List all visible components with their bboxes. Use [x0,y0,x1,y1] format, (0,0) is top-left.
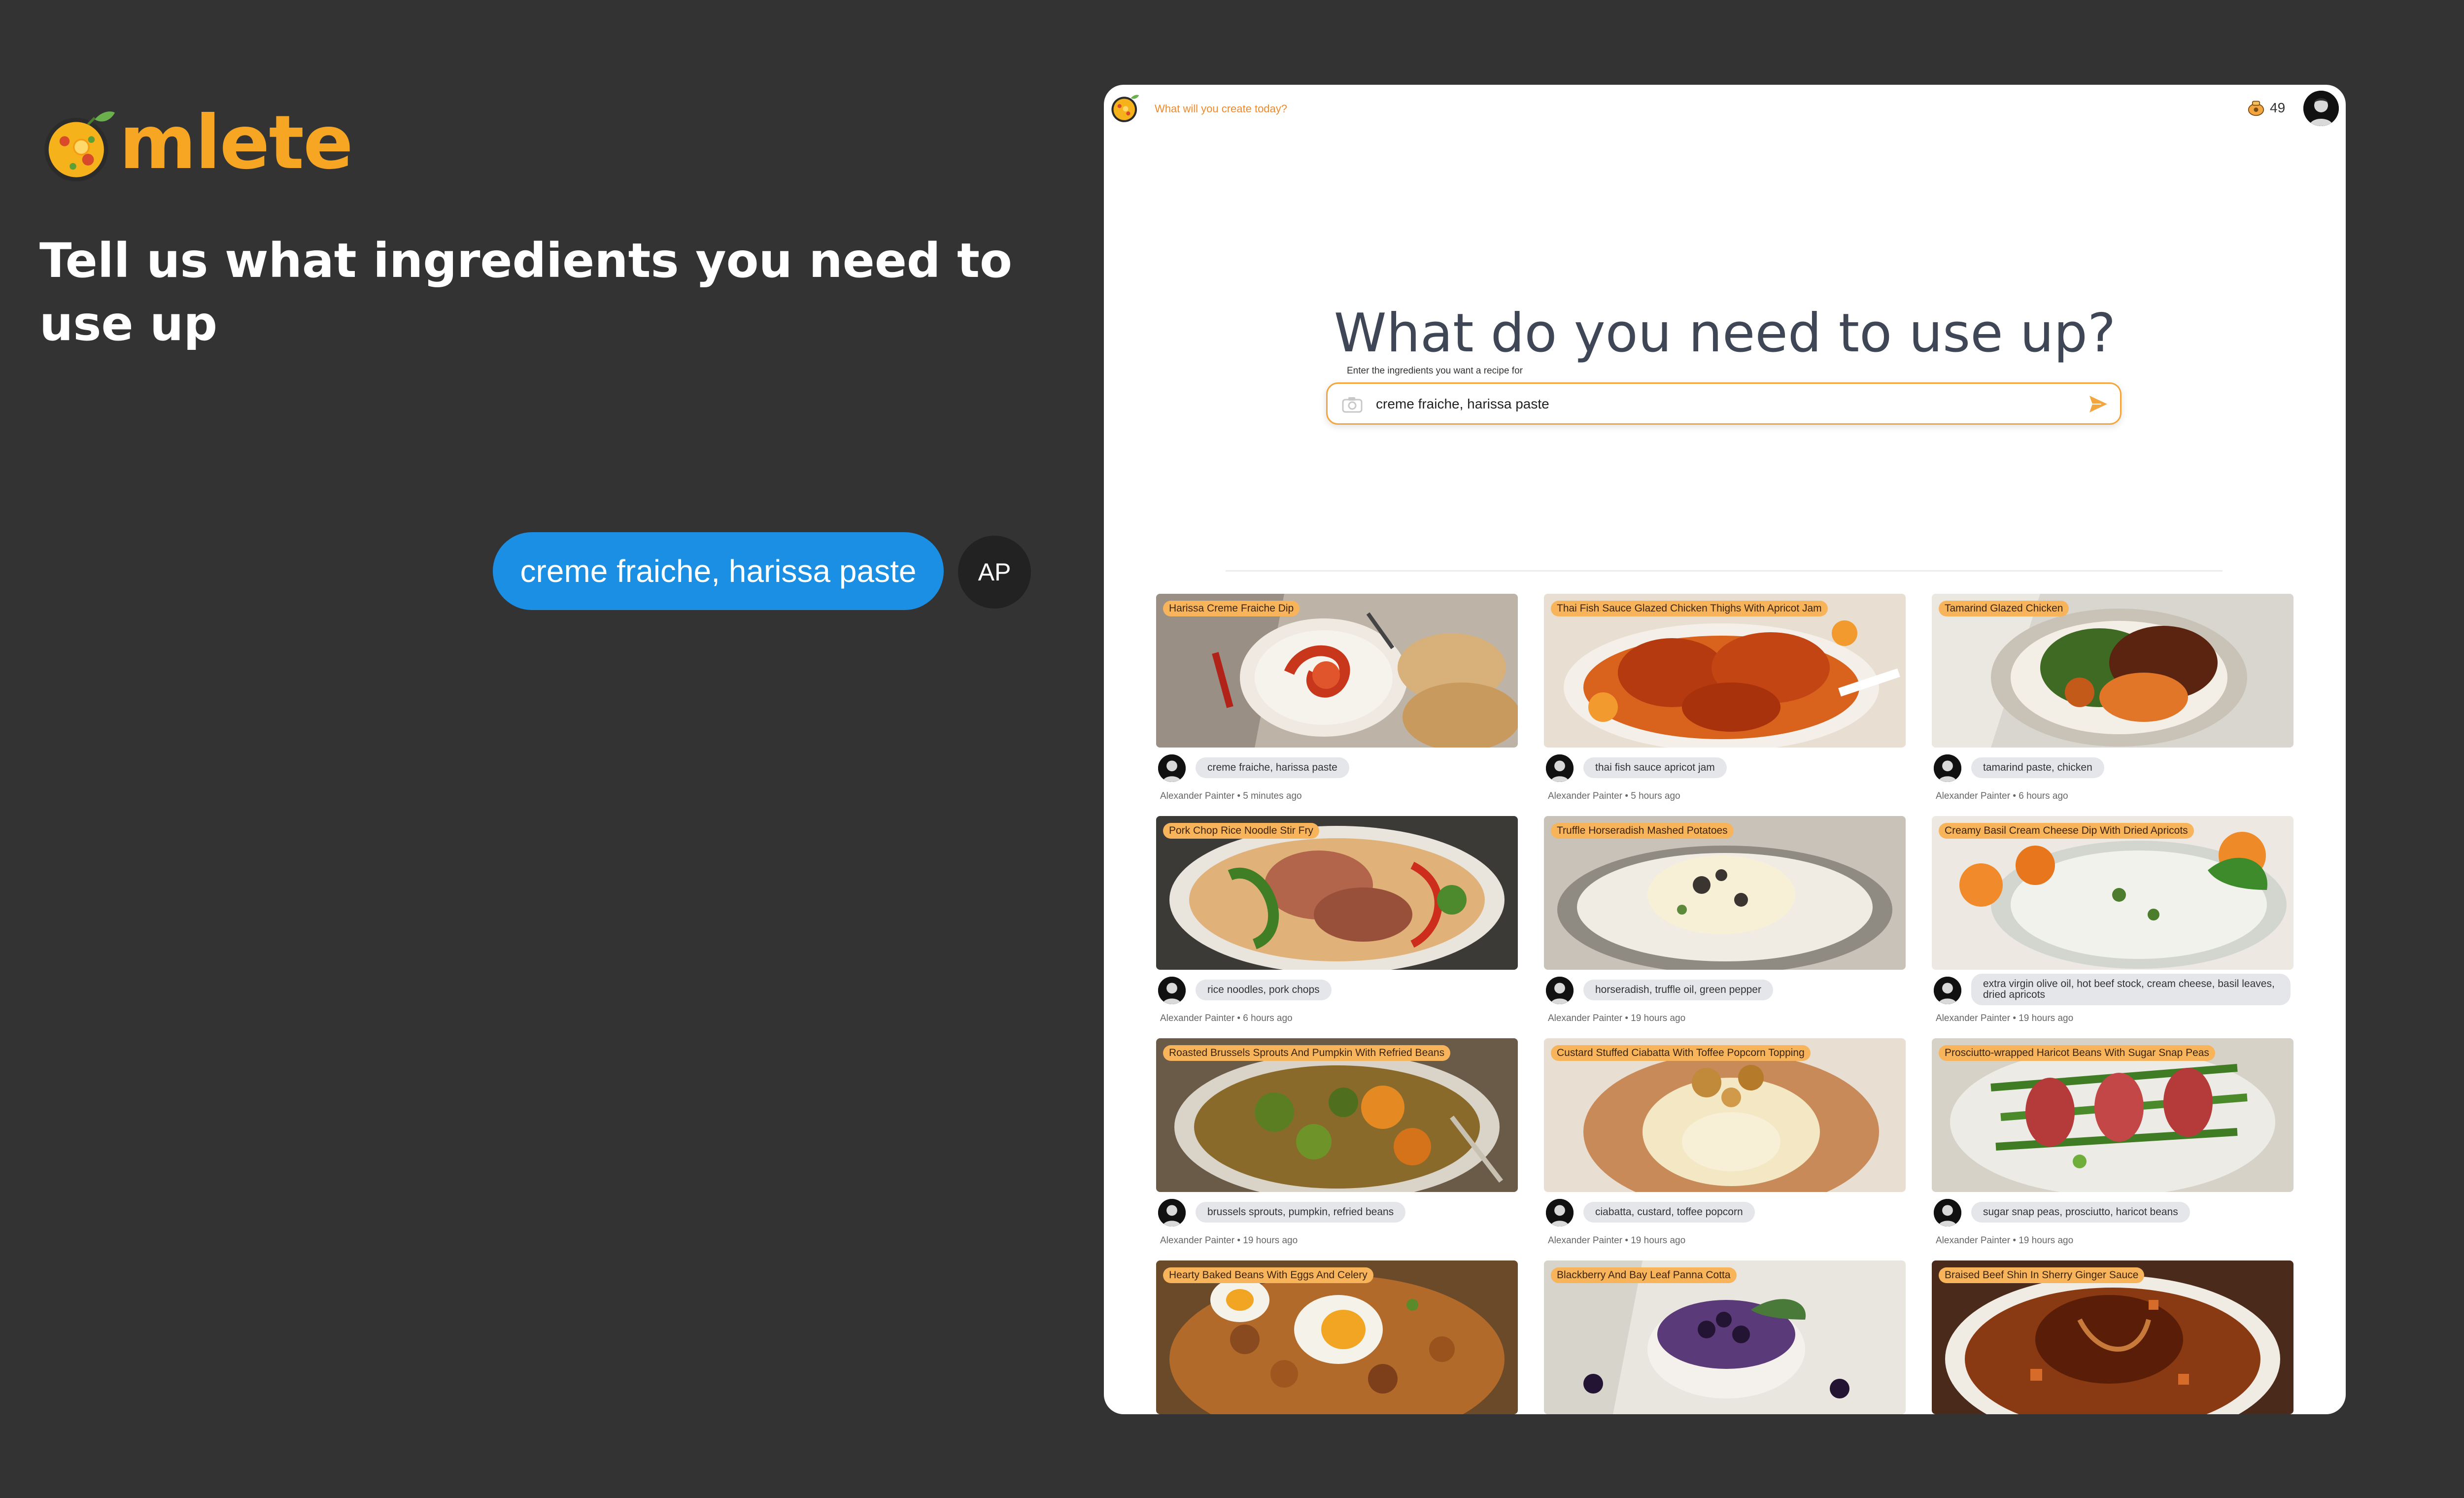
recipe-title-badge: Truffle Horseradish Mashed Potatoes [1551,823,1734,839]
recipe-byline: Alexander Painter • 6 hours ago [1936,791,2068,801]
ingredients-chip: thai fish sauce apricot jam [1583,757,1727,778]
chat-user-avatar: AP [958,536,1031,609]
author-avatar[interactable] [1934,1199,1961,1226]
author-avatar[interactable] [1934,754,1961,782]
recipe-title-badge: Creamy Basil Cream Cheese Dip With Dried… [1939,823,2194,839]
recipe-byline: Alexander Painter • 5 minutes ago [1160,791,1302,801]
send-icon[interactable] [2088,394,2109,414]
page-title: What do you need to use up? [1334,303,2116,365]
recipe-title-badge: Hearty Baked Beans With Eggs And Celery [1163,1267,1373,1283]
recipe-title-badge: Roasted Brussels Sprouts And Pumpkin Wit… [1163,1045,1451,1061]
recipe-byline: Alexander Painter • 19 hours ago [1936,1235,2074,1246]
recipe-byline: Alexander Painter • 6 hours ago [1160,1013,1293,1023]
credits-count: 49 [2270,100,2286,115]
ingredients-chip: ciabatta, custard, toffee popcorn [1583,1202,1755,1223]
recipe-byline: Alexander Painter • 5 hours ago [1548,791,1680,801]
recipe-image[interactable]: Tamarind Glazed Chicken [1932,594,2293,748]
author-avatar[interactable] [1158,754,1186,782]
omelette-pan-logo-icon [44,111,115,182]
user-avatar[interactable] [2303,91,2339,126]
recipe-title-badge: Custard Stuffed Ciabatta With Toffee Pop… [1551,1045,1811,1061]
ingredients-chip: rice noodles, pork chops [1196,980,1332,1000]
recipe-title-badge: Tamarind Glazed Chicken [1939,601,2069,616]
chat-message-bubble: creme fraiche, harissa paste [493,532,944,610]
ingredients-chip: brussels sprouts, pumpkin, refried beans [1196,1202,1406,1223]
recipe-image[interactable]: Braised Beef Shin In Sherry Ginger Sauce [1932,1260,2293,1414]
recipe-image[interactable]: Blackberry And Bay Leaf Panna Cotta [1544,1260,1906,1414]
section-divider [1226,570,2223,572]
recipe-title-badge: Blackberry And Bay Leaf Panna Cotta [1551,1267,1737,1283]
brand-wordmark: mlete [119,100,353,186]
author-avatar[interactable] [1158,977,1186,1004]
author-avatar[interactable] [1934,977,1961,1004]
recipe-image[interactable]: Creamy Basil Cream Cheese Dip With Dried… [1932,816,2293,970]
recipe-image[interactable]: Prosciutto-wrapped Haricot Beans With Su… [1932,1038,2293,1192]
recipe-title-badge: Braised Beef Shin In Sherry Ginger Sauce [1939,1267,2145,1283]
recipe-image[interactable]: Pork Chop Rice Noodle Stir Fry [1156,816,1518,970]
ingredients-input[interactable] [1376,392,2066,416]
recipe-image[interactable]: Hearty Baked Beans With Eggs And Celery [1156,1260,1518,1414]
recipe-byline: Alexander Painter • 19 hours ago [1548,1013,1686,1023]
ingredients-chip: creme fraiche, harissa paste [1196,757,1349,778]
recipe-image[interactable]: Custard Stuffed Ciabatta With Toffee Pop… [1544,1038,1906,1192]
ingredients-chip: horseradish, truffle oil, green pepper [1583,980,1773,1000]
app-tagline: What will you create today? [1155,102,1288,115]
ingredients-chip: sugar snap peas, prosciutto, haricot bea… [1971,1202,2190,1223]
user-portrait-icon [2303,91,2339,126]
ingredients-search-box [1326,382,2122,425]
recipe-title-badge: Pork Chop Rice Noodle Stir Fry [1163,823,1319,839]
recipe-image[interactable]: Truffle Horseradish Mashed Potatoes [1544,816,1906,970]
author-avatar[interactable] [1546,1199,1574,1226]
app-logo-icon[interactable] [1109,91,1142,124]
brand-logo-lockup: mlete [39,96,353,190]
ingredients-chip: extra virgin olive oil, hot beef stock, … [1971,974,2291,1005]
author-avatar[interactable] [1546,754,1574,782]
app-window: What will you create today? 49 What do y… [1104,85,2346,1414]
recipe-byline: Alexander Painter • 19 hours ago [1160,1235,1298,1246]
recipe-byline: Alexander Painter • 19 hours ago [1548,1235,1686,1246]
recipe-image[interactable]: Thai Fish Sauce Glazed Chicken Thighs Wi… [1544,594,1906,748]
coin-pouch-icon [2248,101,2264,116]
author-avatar[interactable] [1546,977,1574,1004]
promo-headline: Tell us what ingredients you need to use… [39,233,1012,351]
recipe-title-badge: Harissa Creme Fraiche Dip [1163,601,1300,616]
recipe-title-badge: Thai Fish Sauce Glazed Chicken Thighs Wi… [1551,601,1828,616]
recipe-image[interactable]: Harissa Creme Fraiche Dip [1156,594,1518,748]
camera-icon[interactable] [1341,396,1363,413]
recipe-image[interactable]: Roasted Brussels Sprouts And Pumpkin Wit… [1156,1038,1518,1192]
author-avatar[interactable] [1158,1199,1186,1226]
ingredients-chip: tamarind paste, chicken [1971,757,2104,778]
credits-indicator[interactable]: 49 [2247,100,2285,116]
ingredients-field-label: Enter the ingredients you want a recipe … [1347,366,1523,376]
recipe-byline: Alexander Painter • 19 hours ago [1936,1013,2074,1023]
recipe-title-badge: Prosciutto-wrapped Haricot Beans With Su… [1939,1045,2215,1061]
